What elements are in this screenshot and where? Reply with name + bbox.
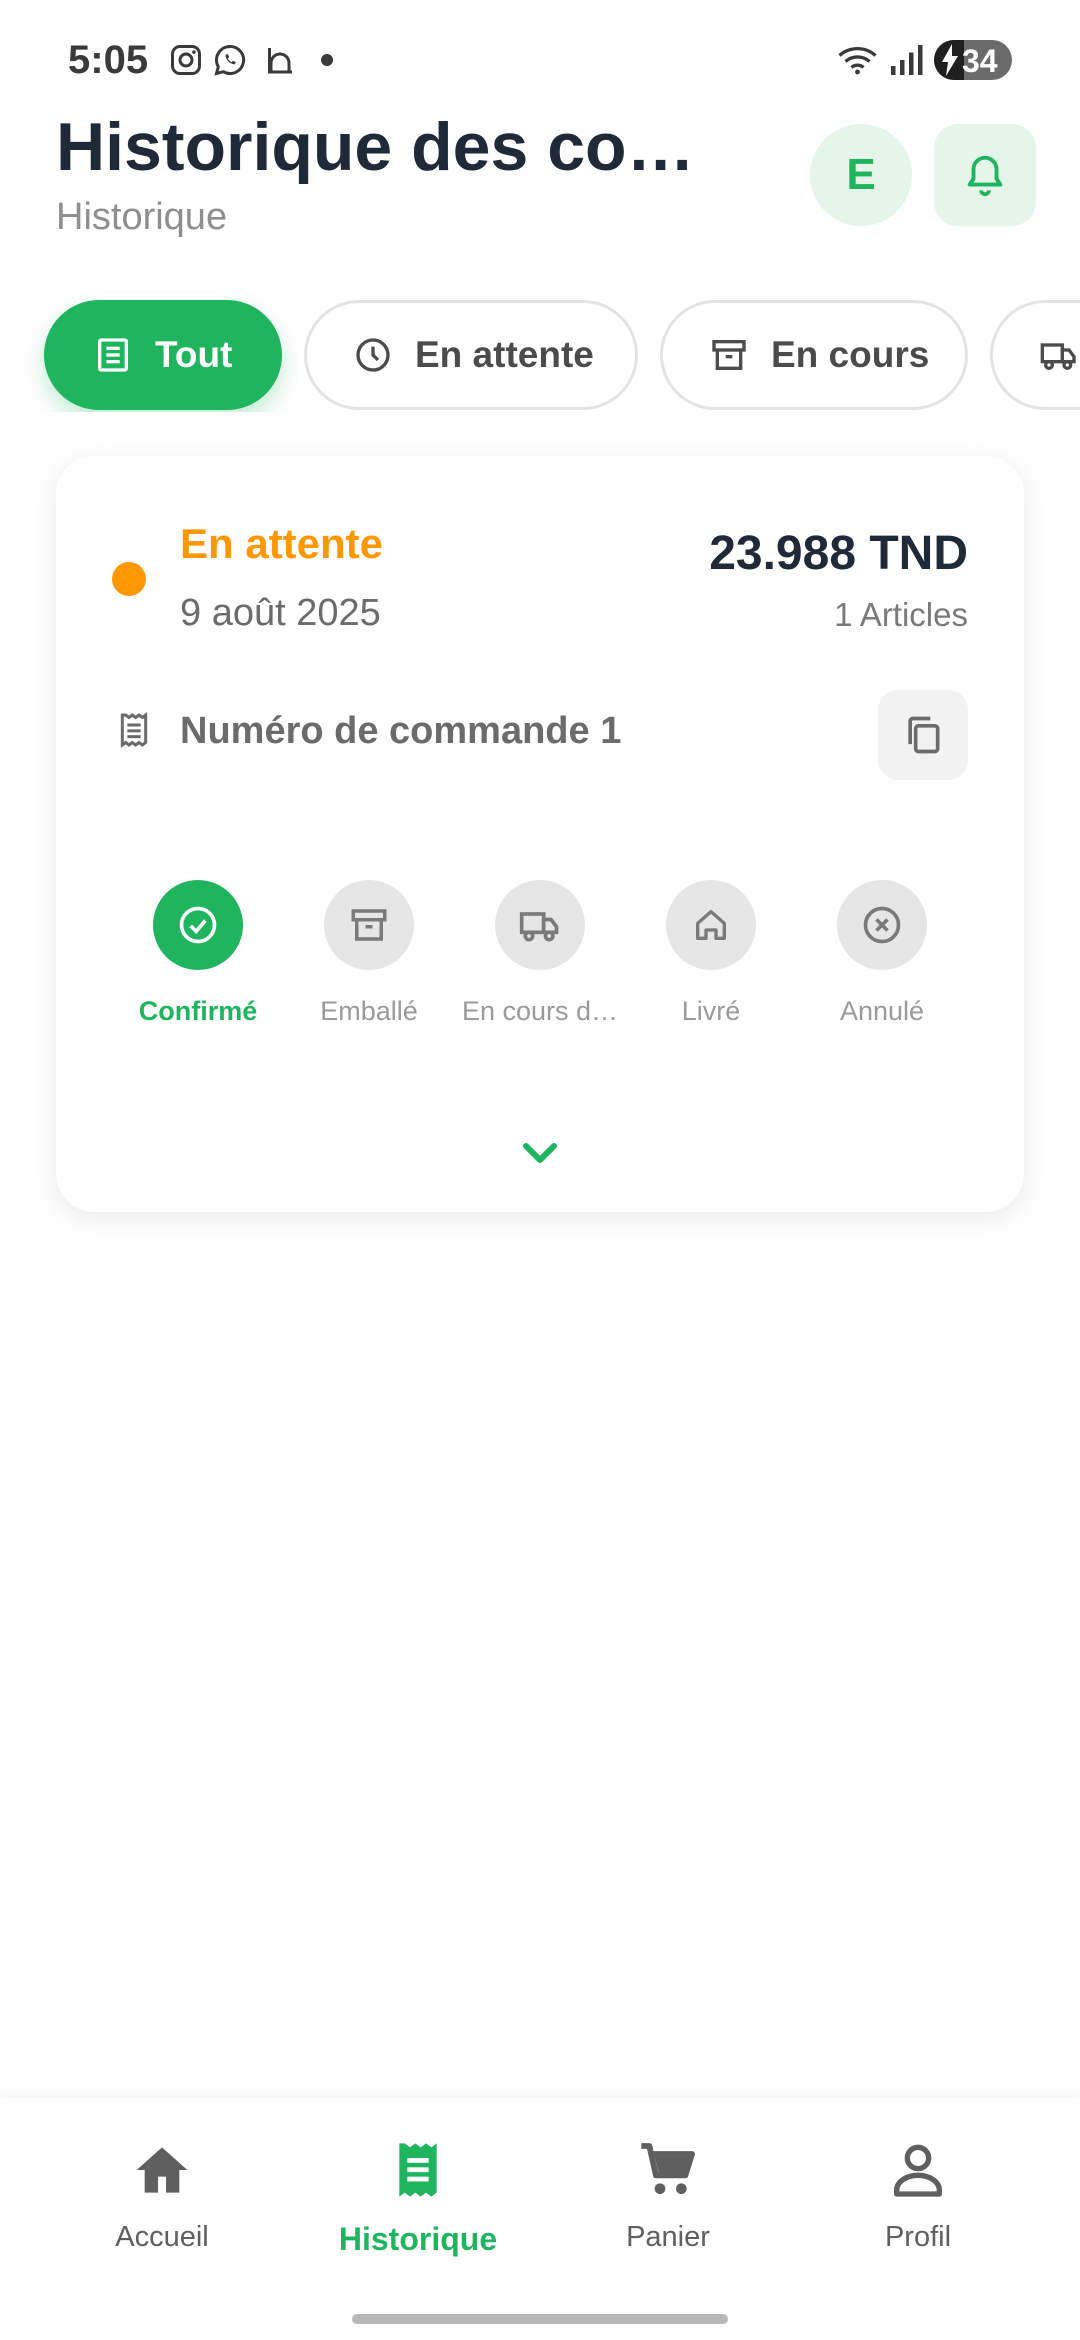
- nav-item-historique[interactable]: Historique: [318, 2138, 518, 2258]
- check-circle-icon: [179, 906, 217, 944]
- step-in-delivery: En cours d…: [450, 880, 630, 1027]
- page-subtitle: Historique: [56, 196, 228, 238]
- home-indicator[interactable]: [352, 2314, 728, 2324]
- filter-chip-label: Tout: [155, 334, 233, 375]
- step-delivered: Livré: [621, 880, 801, 1027]
- charging-bolt-icon: [942, 44, 958, 76]
- filter-chip-label: En cours: [771, 334, 930, 375]
- wifi-icon: [838, 46, 877, 75]
- copy-order-number-button[interactable]: [878, 690, 968, 780]
- nav-item-accueil[interactable]: Accueil: [62, 2138, 262, 2254]
- truck-icon: [1040, 343, 1076, 370]
- whatsapp-icon: [214, 44, 246, 76]
- order-card[interactable]: En attente 9 août 2025 23.988 TND 1 Arti…: [56, 456, 1024, 1212]
- step-circle: [495, 880, 585, 970]
- mosque-icon: [268, 48, 292, 74]
- filter-chip-tout[interactable]: Tout: [44, 300, 282, 410]
- step-circle: [837, 880, 927, 970]
- instagram-icon: [171, 45, 201, 75]
- cancel-circle-icon: [863, 906, 901, 944]
- notification-dot-icon: [321, 54, 333, 66]
- avatar-initial: E: [846, 150, 876, 199]
- step-circle: [666, 880, 756, 970]
- page-title: Historique des com…: [56, 109, 716, 185]
- nav-label: Panier: [626, 2221, 710, 2253]
- copy-icon: [908, 716, 940, 754]
- step-packed: Emballé: [279, 880, 459, 1027]
- receipt-icon: [399, 2143, 437, 2197]
- order-number: Numéro de commande 1: [180, 710, 622, 752]
- truck-icon: [519, 912, 559, 942]
- status-bar: 5:05 34: [0, 0, 1080, 110]
- order-status-dot: [112, 562, 146, 596]
- filter-chip-en-cours[interactable]: En cours: [660, 300, 968, 410]
- step-cancelled: Annulé: [792, 880, 972, 1027]
- order-item-count: 1 Articles: [834, 596, 968, 633]
- order-total: 23.988 TND: [709, 527, 968, 580]
- bottom-navigation: Accueil Historique Panier Profil: [0, 2098, 1080, 2340]
- signal-icon: [891, 45, 923, 75]
- step-label: Emballé: [320, 996, 418, 1026]
- battery-indicator: 34: [934, 40, 1012, 80]
- nav-item-profil[interactable]: Profil: [818, 2138, 1018, 2254]
- step-label: Confirmé: [138, 996, 258, 1026]
- receipt-icon: [120, 712, 148, 748]
- step-circle: [324, 880, 414, 970]
- step-confirmed: Confirmé: [108, 880, 288, 1027]
- archive-box-icon: [712, 340, 746, 370]
- nav-label: Profil: [884, 2221, 952, 2253]
- home-icon: [136, 2147, 188, 2193]
- filter-chip-label: En attente: [415, 334, 594, 375]
- cart-icon: [641, 2143, 695, 2194]
- nav-item-panier[interactable]: Panier: [568, 2138, 768, 2254]
- order-date: 9 août 2025: [180, 592, 381, 634]
- status-time: 5:05: [68, 38, 149, 82]
- order-status: En attente: [180, 520, 384, 567]
- home-icon: [696, 910, 726, 940]
- bell-icon: [967, 155, 1003, 197]
- nav-label: Accueil: [115, 2221, 209, 2253]
- notifications-button[interactable]: [934, 124, 1036, 226]
- nav-label: Historique: [338, 2221, 498, 2257]
- chevron-down-icon[interactable]: [516, 1128, 564, 1176]
- filter-chips: Tout En attente En cours: [0, 296, 1080, 412]
- step-label: Livré: [681, 996, 741, 1026]
- receipt-icon: [98, 338, 128, 372]
- person-icon: [894, 2144, 942, 2197]
- avatar[interactable]: E: [810, 124, 912, 226]
- battery-level: 34: [962, 43, 998, 79]
- step-circle: [153, 880, 243, 970]
- step-label: Annulé: [839, 996, 925, 1026]
- archive-box-icon: [351, 909, 387, 941]
- filter-chip-delivery[interactable]: [990, 300, 1080, 410]
- filter-chip-en-attente[interactable]: En attente: [304, 300, 638, 410]
- step-label: En cours d…: [461, 996, 619, 1026]
- clock-icon: [356, 338, 390, 372]
